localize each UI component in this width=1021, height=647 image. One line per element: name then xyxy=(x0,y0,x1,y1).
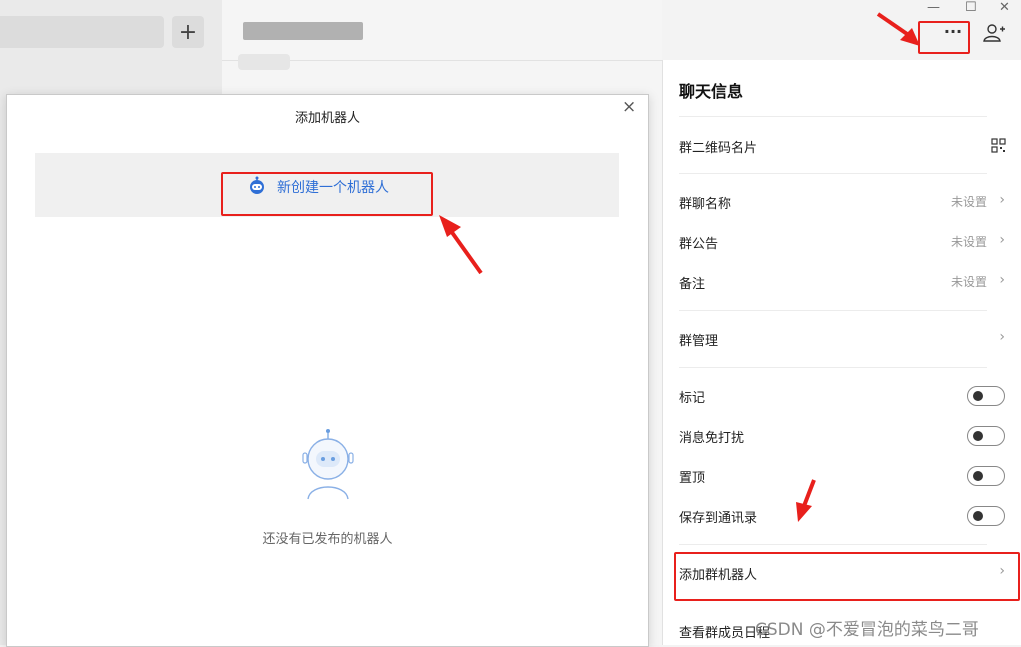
highlight-box-add-robot xyxy=(674,552,1020,601)
save-contacts-toggle[interactable] xyxy=(967,506,1005,526)
add-robot-dialog: 添加机器人 × 新创建一个机器人 还没有已发布的机器人 xyxy=(6,94,649,647)
qr-card-label[interactable]: 群二维码名片 xyxy=(679,137,757,156)
panel-title: 聊天信息 xyxy=(679,82,744,101)
close-window-button[interactable]: ✕ xyxy=(999,0,1010,15)
maximize-button[interactable]: ☐ xyxy=(965,0,977,15)
annotation-arrow-create xyxy=(439,215,483,275)
mute-label: 消息免打扰 xyxy=(679,431,745,446)
divider xyxy=(679,367,987,368)
empty-state-text: 还没有已发布的机器人 xyxy=(262,532,393,547)
dialog-title: 添加机器人 xyxy=(294,111,360,126)
annotation-arrow-top xyxy=(876,12,920,46)
minimize-button[interactable]: — xyxy=(927,0,940,15)
save-contacts-label: 保存到通讯录 xyxy=(679,511,758,526)
chevron-right-icon: › xyxy=(999,329,1005,345)
pin-toggle[interactable] xyxy=(967,466,1005,486)
pin-label: 置顶 xyxy=(679,471,706,486)
mute-toggle[interactable] xyxy=(967,426,1005,446)
divider xyxy=(679,544,987,545)
group-manage-label[interactable]: 群管理 xyxy=(679,330,718,349)
chevron-right-icon: › xyxy=(999,272,1005,288)
chevron-right-icon: › xyxy=(999,232,1005,248)
divider xyxy=(679,116,987,117)
remark-value: 未设置 xyxy=(950,275,987,289)
group-name-label[interactable]: 群聊名称 xyxy=(679,193,731,212)
remark-label[interactable]: 备注 xyxy=(679,273,705,292)
mark-toggle[interactable] xyxy=(967,386,1005,406)
highlight-box-create xyxy=(221,172,433,216)
add-member-icon[interactable] xyxy=(982,22,1006,44)
group-notice-value: 未设置 xyxy=(950,235,987,249)
divider xyxy=(679,173,987,174)
annotation-arrow-right xyxy=(796,479,816,522)
divider xyxy=(679,310,987,311)
chevron-right-icon: › xyxy=(999,192,1005,208)
close-icon[interactable]: × xyxy=(622,97,636,117)
mark-label: 标记 xyxy=(679,391,706,406)
blurred-chat-title xyxy=(243,22,363,40)
plus-button[interactable]: + xyxy=(172,16,204,48)
chat-bubble xyxy=(238,54,290,70)
group-name-value: 未设置 xyxy=(950,195,987,209)
qr-code-icon[interactable] xyxy=(991,138,1006,157)
search-input[interactable] xyxy=(0,16,164,48)
empty-robot-illustration xyxy=(297,427,359,505)
watermark: CSDN @不爱冒泡的菜鸟二哥 xyxy=(755,620,979,640)
group-notice-label[interactable]: 群公告 xyxy=(679,233,718,252)
